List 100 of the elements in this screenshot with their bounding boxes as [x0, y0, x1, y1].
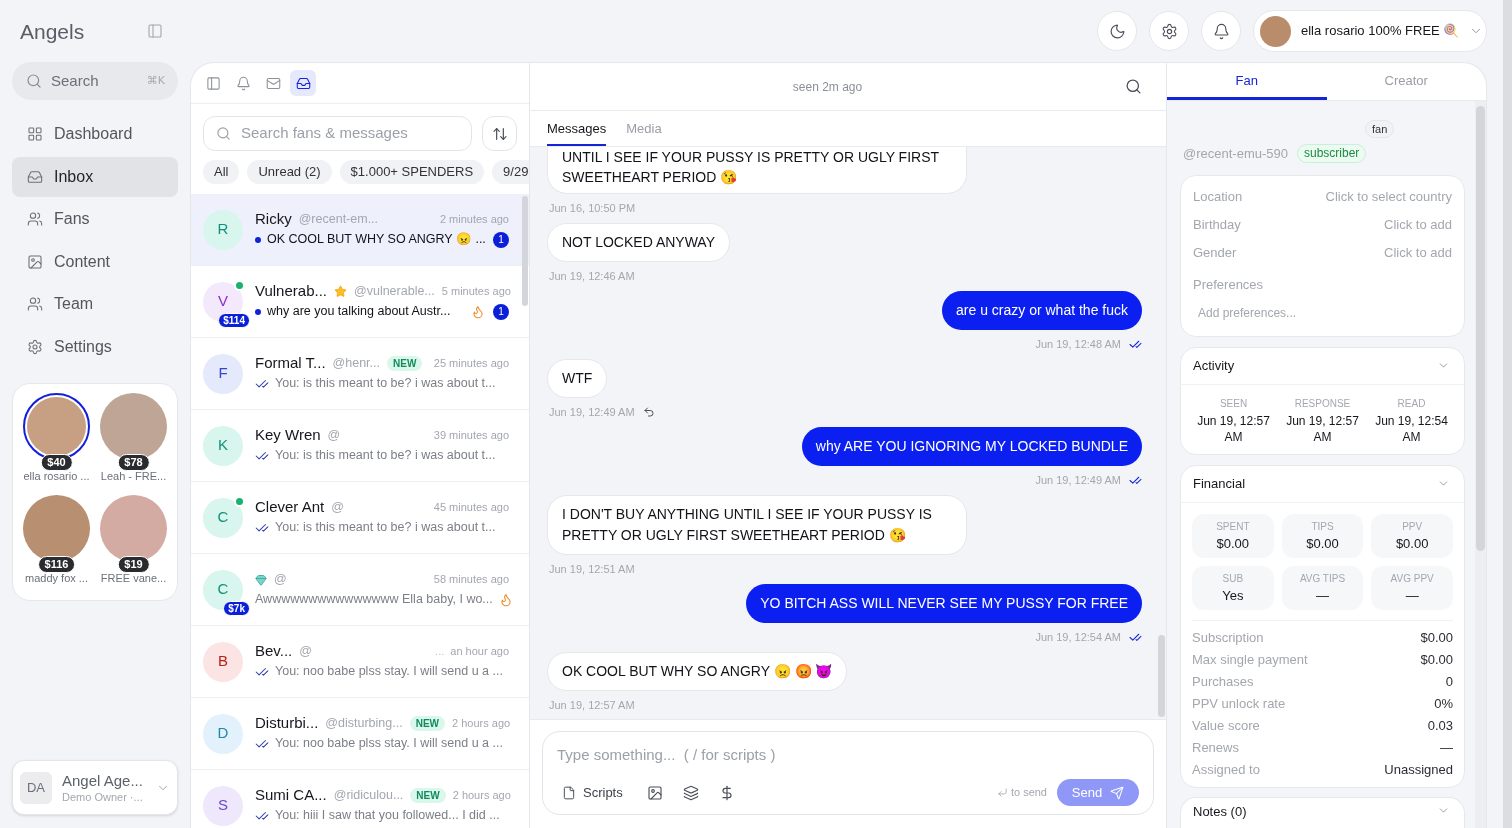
- field-label: Preferences: [1193, 275, 1264, 294]
- theme-button[interactable]: [1097, 11, 1137, 51]
- unread-count: 1: [493, 231, 509, 248]
- stat-value: $0.00: [1306, 535, 1339, 552]
- search-field[interactable]: Search fans & messages: [203, 116, 472, 151]
- row-value: $0.00: [1420, 650, 1453, 669]
- creator-name: Leah - FRE...: [100, 469, 167, 483]
- image-icon[interactable]: [646, 784, 663, 801]
- conversation-row[interactable]: R Ricky @recent-em... 2 minutes ago OK COOL BUT WHY SO ANGRY 😠 ... 1: [191, 194, 529, 266]
- fan-handle: @ridiculou...: [333, 787, 404, 805]
- section-title: Financial: [1193, 474, 1246, 493]
- bell-icon: [1212, 22, 1230, 40]
- stat-label: AVG PPV: [1390, 571, 1434, 585]
- stat-label: TIPS: [1311, 519, 1334, 533]
- sort-button[interactable]: [482, 116, 517, 151]
- row-value: —: [1440, 738, 1453, 757]
- earnings-badge: $40: [40, 453, 73, 471]
- account-switcher[interactable]: DA Angel Age... Demo Owner ·...: [12, 760, 178, 815]
- scrollbar[interactable]: [1476, 106, 1485, 551]
- stat-value: —: [1405, 587, 1419, 604]
- row-label: Subscription: [1192, 628, 1264, 647]
- nav-item[interactable]: Content: [12, 241, 178, 282]
- creator-name: maddy fox ...: [25, 571, 88, 585]
- creator-name: ella rosario ...: [23, 469, 90, 483]
- stat-value: Yes: [1222, 587, 1244, 604]
- avatar: F: [203, 353, 243, 394]
- fan-handle: @henr...: [332, 355, 380, 373]
- settings-icon: [27, 338, 43, 355]
- preferences-input[interactable]: Add preferences...: [1193, 298, 1452, 327]
- row-value: 0%: [1434, 694, 1453, 713]
- scrollbar[interactable]: [522, 196, 528, 306]
- stat-value: —: [1316, 587, 1329, 604]
- toolbar-button[interactable]: [290, 70, 316, 96]
- last-message-time: an hour ago: [450, 644, 509, 660]
- stat-label: SUB: [1222, 571, 1244, 585]
- fan-handle: @recent-em...: [298, 211, 379, 229]
- new-tag: NEW: [410, 788, 446, 803]
- message-bubble: NOT LOCKED ANYWAY: [547, 223, 730, 262]
- fan-handle: @: [331, 499, 344, 517]
- inbox-icon: [295, 75, 311, 91]
- message-time: Jun 19, 12:49 AM: [1035, 474, 1121, 486]
- nav-item[interactable]: Fans: [12, 199, 178, 239]
- nav-item[interactable]: Dashboard: [12, 114, 178, 154]
- message-preview: Awwwwwwwwwwwwwww Ella baby, I wo...: [255, 591, 493, 609]
- fan-handle: @: [299, 643, 312, 661]
- message-input[interactable]: Type something... ( / for scripts ): [557, 744, 1139, 766]
- stat-value: Jun 19, 12:54 AM: [1374, 412, 1449, 445]
- message-time: Jun 19, 12:46 AM: [549, 270, 635, 282]
- scrollbar[interactable]: [1158, 635, 1165, 717]
- fan-name: Clever Ant: [255, 497, 325, 518]
- row-label: Value score: [1192, 716, 1260, 735]
- mail-icon: [265, 75, 281, 91]
- last-message-time: 39 minutes ago: [433, 428, 509, 444]
- last-message-time: 5 minutes ago: [441, 284, 511, 300]
- filter-chip[interactable]: 9/29: [492, 160, 529, 184]
- message-bubble: UNTIL I SEE IF YOUR PUSSY IS PRETTY OR UGLY FIRST SWEETHEART PERIOD 😘: [547, 147, 967, 194]
- settings-button[interactable]: [1149, 11, 1189, 51]
- search-icon: [26, 73, 42, 89]
- layers-icon[interactable]: [682, 784, 699, 801]
- sidebar-toggle-icon[interactable]: [147, 23, 163, 39]
- seen-status: seen 2m ago: [792, 78, 863, 96]
- filter-chip[interactable]: $1.000+ SPENDERS: [339, 160, 485, 184]
- search-button[interactable]: Search ⌘K: [12, 62, 178, 100]
- row-value: 0: [1445, 672, 1453, 691]
- fan-name: Disturbi...: [255, 713, 319, 734]
- stat-label: SPENT: [1216, 519, 1250, 533]
- nav-item[interactable]: Settings: [12, 326, 178, 367]
- fan-name: Formal T...: [255, 353, 326, 374]
- message-preview: You: is this meant to be? i was about t...: [275, 447, 496, 465]
- row-label: Max single payment: [1192, 650, 1308, 669]
- filter-chip[interactable]: All: [203, 160, 240, 184]
- fan-handle: @disturbing...: [325, 715, 403, 733]
- avatar: C: [203, 497, 243, 538]
- fan-name: Bev...: [255, 641, 293, 662]
- grid-icon: [27, 126, 43, 142]
- stat-value: Jun 19, 12:57 AM: [1285, 412, 1360, 445]
- section-title: Notes (0): [1193, 803, 1247, 820]
- nav-item[interactable]: Team: [12, 284, 178, 324]
- search-icon[interactable]: [1125, 78, 1142, 95]
- avatar: D: [203, 713, 243, 754]
- shortcut-hint: ⌘K: [146, 72, 165, 89]
- nav-item[interactable]: Inbox: [12, 156, 178, 197]
- reply-icon[interactable]: [642, 406, 655, 418]
- row-value: Unassigned: [1384, 760, 1453, 779]
- fan-name: Sumi CA...: [255, 785, 327, 806]
- stat-label: READ: [1397, 396, 1426, 410]
- scripts-button[interactable]: Scripts: [557, 782, 623, 803]
- panel-icon: [205, 75, 221, 91]
- filter-chip[interactable]: Unread (2): [247, 160, 332, 184]
- account-menu[interactable]: ella rosario 100% FREE 🍭: [1253, 10, 1487, 52]
- send-icon: [1110, 785, 1125, 800]
- notifications-button[interactable]: [1201, 11, 1241, 51]
- moon-icon: [1108, 22, 1126, 40]
- settings-icon: [1160, 22, 1178, 40]
- star-icon: [334, 285, 347, 298]
- search-input[interactable]: Search fans & messages: [241, 122, 459, 145]
- row-value: 0.03: [1427, 716, 1453, 735]
- message-bubble: OK COOL BUT WHY SO ANGRY 😠 😡 😈: [547, 652, 848, 691]
- message-bubble: YO BITCH ASS WILL NEVER SEE MY PUSSY FOR FREE: [746, 584, 1142, 623]
- row-value: $0.00: [1420, 628, 1453, 647]
